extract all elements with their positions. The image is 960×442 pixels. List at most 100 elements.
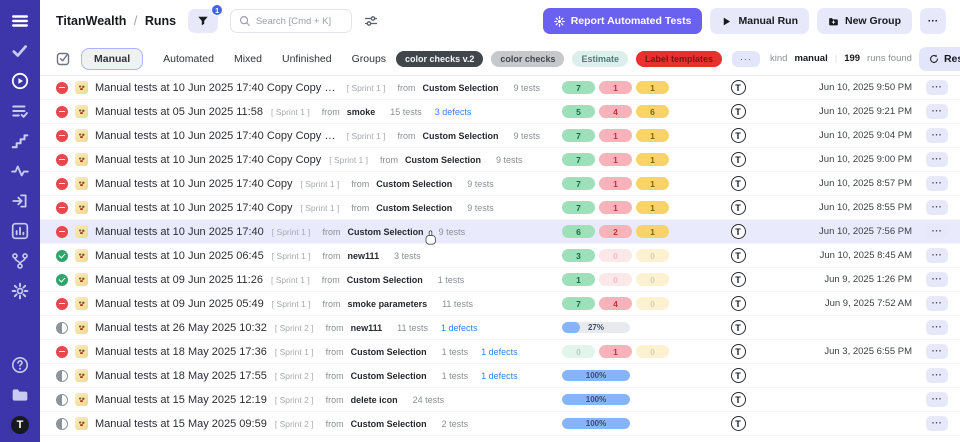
report-automated-tests-button[interactable]: Report Automated Tests <box>543 8 703 34</box>
run-title[interactable]: Manual tests at 09 Jun 2025 05:49 <box>95 298 264 310</box>
run-more-cell: ··· <box>924 248 948 263</box>
run-row[interactable]: Manual tests at 15 May 2025 09:59 [ Spri… <box>40 412 960 436</box>
tab-manual[interactable]: Manual <box>81 48 143 70</box>
run-row[interactable]: Manual tests at 18 May 2025 17:55 [ Spri… <box>40 364 960 388</box>
tab-automated[interactable]: Automated <box>163 48 214 70</box>
run-title[interactable]: Manual tests at 09 Jun 2025 11:26 <box>95 274 263 286</box>
row-more-button[interactable]: ··· <box>926 176 948 191</box>
row-more-button[interactable]: ··· <box>926 152 948 167</box>
checkmark-icon[interactable] <box>11 42 29 60</box>
run-title[interactable]: Manual tests at 10 Jun 2025 17:40 Copy C… <box>95 82 339 94</box>
run-title[interactable]: Manual tests at 10 Jun 2025 17:40 <box>95 226 264 238</box>
assignee-avatar[interactable]: T <box>731 392 746 407</box>
search-box[interactable] <box>230 9 352 33</box>
row-more-button[interactable]: ··· <box>926 392 948 407</box>
run-row[interactable]: Manual tests at 10 Jun 2025 17:40 [ Spri… <box>40 220 960 244</box>
run-row[interactable]: Manual tests at 15 May 2025 12:19 [ Spri… <box>40 388 960 412</box>
run-title[interactable]: Manual tests at 18 May 2025 17:36 <box>95 346 267 358</box>
assignee-avatar[interactable]: T <box>731 176 746 191</box>
bar-chart-icon[interactable] <box>11 222 29 240</box>
labels-more-button[interactable]: ··· <box>732 51 760 67</box>
breadcrumb[interactable]: TitanWealth / Runs <box>56 14 176 28</box>
new-group-button[interactable]: New Group <box>817 8 912 34</box>
tab-mixed[interactable]: Mixed <box>234 48 262 70</box>
manual-run-button[interactable]: Manual Run <box>710 8 809 34</box>
select-all-icon[interactable] <box>56 51 71 66</box>
label-pill[interactable]: Label templates <box>636 51 722 67</box>
run-row[interactable]: Manual tests at 18 May 2025 17:36 [ Spri… <box>40 340 960 364</box>
row-more-button[interactable]: ··· <box>926 320 948 335</box>
run-defects-link[interactable]: 1 defects <box>481 347 518 357</box>
breadcrumb-project[interactable]: TitanWealth <box>56 14 126 28</box>
assignee-avatar[interactable]: T <box>731 368 746 383</box>
folder-icon[interactable] <box>11 386 29 404</box>
run-row[interactable]: Manual tests at 26 May 2025 10:32 [ Spri… <box>40 316 960 340</box>
branch-icon[interactable] <box>11 252 29 270</box>
gear-icon[interactable] <box>11 282 29 300</box>
run-defects-link[interactable]: 3 defects <box>435 107 472 117</box>
tab-unfinished[interactable]: Unfinished <box>282 48 332 70</box>
run-row[interactable]: Manual tests at 10 Jun 2025 17:40 Copy C… <box>40 76 960 100</box>
run-title[interactable]: Manual tests at 10 Jun 2025 06:45 <box>95 250 264 262</box>
assignee-avatar[interactable]: T <box>731 320 746 335</box>
activity-icon[interactable] <box>11 162 29 180</box>
run-title[interactable]: Manual tests at 10 Jun 2025 17:40 Copy C… <box>95 154 321 166</box>
row-more-button[interactable]: ··· <box>926 80 948 95</box>
assignee-avatar[interactable]: T <box>731 104 746 119</box>
run-title[interactable]: Manual tests at 05 Jun 2025 11:58 <box>95 106 263 118</box>
run-row[interactable]: Manual tests at 10 Jun 2025 17:40 Copy C… <box>40 124 960 148</box>
row-more-button[interactable]: ··· <box>926 128 948 143</box>
row-more-button[interactable]: ··· <box>926 368 948 383</box>
assignee-avatar[interactable]: T <box>731 152 746 167</box>
assignee-avatar[interactable]: T <box>731 272 746 287</box>
label-pill[interactable]: color checks <box>491 51 564 67</box>
assignee-avatar[interactable]: T <box>731 296 746 311</box>
menu-icon[interactable] <box>11 12 29 30</box>
label-pill[interactable]: color checks v.2 <box>396 51 483 67</box>
header-more-button[interactable]: ··· <box>920 8 946 34</box>
label-pill[interactable]: Estimate <box>572 51 628 67</box>
row-more-button[interactable]: ··· <box>926 200 948 215</box>
assignee-avatar[interactable]: T <box>731 224 746 239</box>
row-more-button[interactable]: ··· <box>926 296 948 311</box>
assignee-avatar[interactable]: T <box>731 248 746 263</box>
run-row[interactable]: Manual tests at 10 Jun 2025 17:40 Copy C… <box>40 148 960 172</box>
play-circle-icon[interactable] <box>11 72 29 90</box>
run-row[interactable]: Manual tests at 10 Jun 2025 17:40 Copy [… <box>40 196 960 220</box>
search-input[interactable] <box>256 16 343 27</box>
row-more-button[interactable]: ··· <box>926 224 948 239</box>
run-title[interactable]: Manual tests at 10 Jun 2025 17:40 Copy <box>95 202 293 214</box>
run-defects-link[interactable]: 1 defects <box>441 323 478 333</box>
assignee-avatar[interactable]: T <box>731 80 746 95</box>
row-more-button[interactable]: ··· <box>926 104 948 119</box>
row-more-button[interactable]: ··· <box>926 416 948 431</box>
assignee-avatar[interactable]: T <box>731 128 746 143</box>
tab-groups[interactable]: Groups <box>352 48 386 70</box>
assignee-avatar[interactable]: T <box>731 200 746 215</box>
list-check-icon[interactable] <box>11 102 29 120</box>
sign-in-icon[interactable] <box>11 192 29 210</box>
row-more-button[interactable]: ··· <box>926 248 948 263</box>
run-row[interactable]: Manual tests at 10 Jun 2025 17:40 Copy [… <box>40 172 960 196</box>
workspace-logo[interactable]: T <box>11 416 29 434</box>
run-row[interactable]: Manual tests at 09 Jun 2025 11:26 [ Spri… <box>40 268 960 292</box>
filter-button[interactable]: 1 <box>188 9 218 33</box>
run-row[interactable]: Manual tests at 10 Jun 2025 06:45 [ Spri… <box>40 244 960 268</box>
run-row[interactable]: Manual tests at 09 Jun 2025 05:49 [ Spri… <box>40 292 960 316</box>
run-title[interactable]: Manual tests at 15 May 2025 12:19 <box>95 394 267 406</box>
help-icon[interactable] <box>11 356 29 374</box>
sliders-icon[interactable] <box>364 14 378 28</box>
run-title[interactable]: Manual tests at 26 May 2025 10:32 <box>95 322 267 334</box>
row-more-button[interactable]: ··· <box>926 272 948 287</box>
run-title[interactable]: Manual tests at 18 May 2025 17:55 <box>95 370 267 382</box>
run-title[interactable]: Manual tests at 10 Jun 2025 17:40 Copy C… <box>95 130 339 142</box>
run-defects-link[interactable]: 1 defects <box>481 371 518 381</box>
row-more-button[interactable]: ··· <box>926 344 948 359</box>
steps-icon[interactable] <box>11 132 29 150</box>
assignee-avatar[interactable]: T <box>731 344 746 359</box>
assignee-avatar[interactable]: T <box>731 416 746 431</box>
run-title[interactable]: Manual tests at 10 Jun 2025 17:40 Copy <box>95 178 293 190</box>
reset-button[interactable]: Reset <box>919 47 960 71</box>
run-row[interactable]: Manual tests at 05 Jun 2025 11:58 [ Spri… <box>40 100 960 124</box>
run-title[interactable]: Manual tests at 15 May 2025 09:59 <box>95 418 267 430</box>
